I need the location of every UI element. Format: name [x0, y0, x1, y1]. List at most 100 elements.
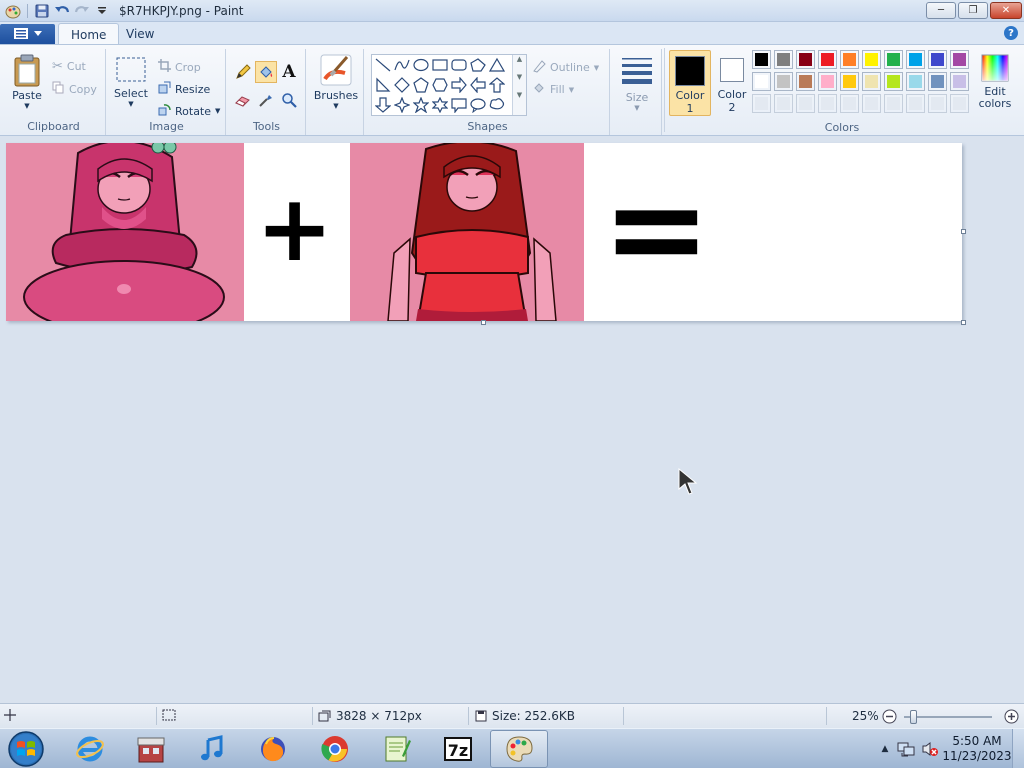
polygon-shape-icon[interactable]	[469, 56, 487, 74]
rotate-button[interactable]: Rotate ▼	[158, 103, 220, 119]
palette-color-swatch[interactable]	[840, 50, 859, 69]
zoom-out-button[interactable]	[882, 709, 897, 724]
palette-color-swatch[interactable]	[840, 72, 859, 91]
zoom-in-button[interactable]	[1004, 709, 1019, 724]
taskbar-clock[interactable]: 5:50 AM 11/23/2023	[942, 734, 1012, 764]
rectangle-shape-icon[interactable]	[431, 56, 449, 74]
palette-custom-slot[interactable]	[884, 94, 903, 113]
palette-color-swatch[interactable]	[928, 72, 947, 91]
scroll-up-icon[interactable]: ▲	[513, 55, 526, 63]
gallery-more-icon[interactable]: ▼	[513, 91, 526, 99]
palette-color-swatch[interactable]	[862, 50, 881, 69]
color-2-button[interactable]: Color 2	[714, 50, 750, 116]
canvas-resize-handle-right[interactable]	[961, 229, 966, 234]
show-hidden-icons-button[interactable]: ▲	[876, 744, 894, 754]
five-point-star-shape-icon[interactable]	[412, 96, 430, 114]
palette-color-swatch[interactable]	[906, 50, 925, 69]
outline-button[interactable]: Outline ▼	[532, 59, 599, 76]
taskbar-chrome[interactable]	[306, 730, 364, 768]
palette-color-swatch[interactable]	[862, 72, 881, 91]
paint-app-icon[interactable]	[4, 2, 22, 20]
palette-color-swatch[interactable]	[906, 72, 925, 91]
taskbar-store[interactable]	[122, 730, 180, 768]
diamond-shape-icon[interactable]	[393, 76, 411, 94]
oval-shape-icon[interactable]	[412, 56, 430, 74]
line-shape-icon[interactable]	[374, 56, 392, 74]
tab-home[interactable]: Home	[58, 23, 120, 45]
four-point-star-shape-icon[interactable]	[393, 96, 411, 114]
right-triangle-shape-icon[interactable]	[374, 76, 392, 94]
palette-color-swatch[interactable]	[752, 72, 771, 91]
palette-color-swatch[interactable]	[796, 50, 815, 69]
palette-color-swatch[interactable]	[818, 72, 837, 91]
hexagon-shape-icon[interactable]	[431, 76, 449, 94]
taskbar-firefox[interactable]	[244, 730, 302, 768]
six-point-star-shape-icon[interactable]	[431, 96, 449, 114]
cloud-callout-shape-icon[interactable]	[488, 96, 506, 114]
cut-button[interactable]: ✂ Cut	[52, 59, 86, 74]
left-arrow-shape-icon[interactable]	[469, 76, 487, 94]
paste-button[interactable]: Paste ▼	[8, 53, 46, 110]
color-picker-icon[interactable]	[255, 89, 277, 111]
palette-color-swatch[interactable]	[884, 50, 903, 69]
start-button[interactable]	[4, 730, 48, 768]
curve-shape-icon[interactable]	[393, 56, 411, 74]
down-arrow-shape-icon[interactable]	[374, 96, 392, 114]
palette-custom-slot[interactable]	[950, 94, 969, 113]
color-1-button[interactable]: Color 1	[669, 50, 711, 116]
magnifier-icon[interactable]	[278, 89, 300, 111]
palette-color-swatch[interactable]	[884, 72, 903, 91]
maximize-button[interactable]: ❐	[958, 2, 988, 19]
rounded-rectangle-shape-icon[interactable]	[450, 56, 468, 74]
eraser-icon[interactable]	[232, 89, 254, 111]
brushes-button[interactable]: Brushes ▼	[314, 53, 358, 110]
triangle-shape-icon[interactable]	[488, 56, 506, 74]
copy-button[interactable]: Copy	[52, 81, 97, 97]
text-icon[interactable]: A	[278, 61, 300, 83]
pencil-icon[interactable]	[232, 61, 254, 83]
palette-color-swatch[interactable]	[818, 50, 837, 69]
close-button[interactable]: ✕	[990, 2, 1022, 19]
zoom-slider[interactable]	[904, 710, 992, 724]
taskbar-internet-explorer[interactable]	[61, 730, 119, 768]
fill-button[interactable]: Fill ▼	[532, 81, 574, 98]
palette-color-swatch[interactable]	[774, 72, 793, 91]
zoom-slider-thumb[interactable]	[910, 710, 917, 724]
palette-color-swatch[interactable]	[928, 50, 947, 69]
undo-icon[interactable]	[53, 2, 71, 20]
redo-icon[interactable]	[73, 2, 91, 20]
canvas-resize-handle-bottom[interactable]	[481, 320, 486, 325]
edit-colors-button[interactable]: Edit colors	[975, 52, 1015, 116]
select-button[interactable]: Select ▼	[114, 57, 148, 108]
rect-callout-shape-icon[interactable]	[450, 96, 468, 114]
taskbar-notepad-app[interactable]	[368, 730, 426, 768]
taskbar-itunes[interactable]	[183, 730, 241, 768]
paint-menu-button[interactable]	[0, 24, 55, 44]
palette-custom-slot[interactable]	[840, 94, 859, 113]
show-desktop-button[interactable]	[1012, 729, 1024, 768]
volume-muted-icon[interactable]	[918, 741, 942, 757]
palette-custom-slot[interactable]	[752, 94, 771, 113]
palette-custom-slot[interactable]	[906, 94, 925, 113]
palette-custom-slot[interactable]	[928, 94, 947, 113]
crop-button[interactable]: Crop	[158, 59, 201, 75]
palette-custom-slot[interactable]	[796, 94, 815, 113]
canvas-workspace[interactable]: + =	[0, 137, 1024, 703]
taskbar-7zip[interactable]: 7z	[429, 730, 487, 768]
resize-button[interactable]: Resize	[158, 81, 210, 97]
palette-color-swatch[interactable]	[796, 72, 815, 91]
customize-qat-icon[interactable]	[93, 2, 111, 20]
drawing-canvas[interactable]: + =	[6, 143, 962, 321]
taskbar-paint[interactable]	[490, 730, 548, 768]
up-arrow-shape-icon[interactable]	[488, 76, 506, 94]
help-icon[interactable]: ?	[1004, 26, 1018, 40]
palette-color-swatch[interactable]	[950, 72, 969, 91]
shapes-scrollbar[interactable]: ▲ ▼ ▼	[512, 55, 526, 115]
palette-custom-slot[interactable]	[774, 94, 793, 113]
palette-custom-slot[interactable]	[862, 94, 881, 113]
save-icon[interactable]	[33, 2, 51, 20]
palette-custom-slot[interactable]	[818, 94, 837, 113]
pentagon-shape-icon[interactable]	[412, 76, 430, 94]
minimize-button[interactable]: ─	[926, 2, 956, 19]
right-arrow-shape-icon[interactable]	[450, 76, 468, 94]
